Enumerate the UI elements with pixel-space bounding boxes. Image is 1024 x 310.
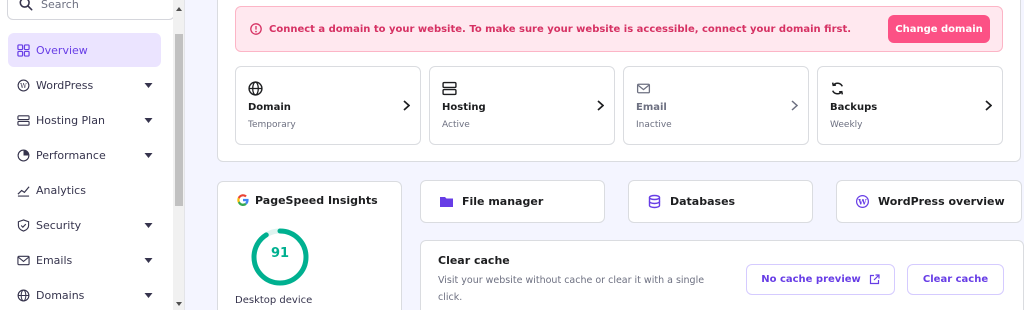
globe-icon [17,289,30,301]
clear-cache-button[interactable]: Clear cache [907,264,1004,295]
card-title: Email [636,102,667,113]
scroll-up-arrow[interactable] [176,7,182,11]
chevron-down-icon [144,292,153,298]
email-card[interactable]: Email Inactive [623,66,809,145]
analytics-icon [17,185,30,197]
cache-description: Visit your website without cache or clea… [438,275,705,303]
sidebar-item-label: WordPress [36,78,94,92]
alert-message: Connect a domain to your website. To mak… [269,23,852,35]
database-icon [648,194,661,209]
domain-alert: Connect a domain to your website. To mak… [235,6,1003,52]
sidebar-item-hosting-plan[interactable]: Hosting Plan [8,103,161,137]
google-icon [237,194,249,206]
sidebar-item-analytics[interactable]: Analytics [8,173,161,207]
server-icon [17,114,30,126]
card-status: Inactive [636,120,672,130]
cache-title: Clear cache [438,254,510,267]
chevron-down-icon [144,257,153,263]
sidebar-item-wordpress[interactable]: W WordPress [8,68,161,102]
quick-link-label: File manager [462,195,544,208]
button-label: No cache preview [761,274,861,285]
scrollbar-thumb[interactable] [175,34,183,206]
databases-button[interactable]: Databases [628,180,813,223]
card-status: Temporary [248,120,296,130]
pagespeed-title: PageSpeed Insights [255,193,378,207]
quick-link-label: WordPress overview [878,195,1005,208]
sidebar-item-performance[interactable]: Performance [8,138,161,172]
wordpress-overview-button[interactable]: W WordPress overview [836,180,1022,223]
pagespeed-header: PageSpeed Insights [236,193,378,207]
search-icon [19,0,33,11]
sidebar-item-label: Analytics [36,183,86,197]
sidebar-item-label: Security [36,218,82,232]
svg-text:W: W [857,197,867,206]
sidebar-item-emails[interactable]: Emails [8,243,161,277]
sidebar-item-overview[interactable]: Overview [8,33,161,67]
sidebar: Overview W WordPress Hosting Plan Perfor… [0,0,185,310]
sidebar-item-label: Emails [36,253,73,267]
no-cache-preview-button[interactable]: No cache preview [746,264,895,295]
sidebar-scrollbar[interactable] [173,0,184,310]
server-icon [442,81,457,96]
alert-icon [250,23,262,35]
overview-icon [17,43,30,57]
sidebar-item-label: Domains [36,288,85,302]
card-status: Active [442,120,470,130]
globe-icon [248,81,263,96]
card-title: Hosting [442,102,486,113]
domain-card[interactable]: Domain Temporary [235,66,421,145]
chevron-down-icon [144,82,153,88]
search-box[interactable] [7,0,175,20]
pagespeed-score: 91 [270,246,290,261]
quick-link-label: Databases [670,195,736,208]
chevron-down-icon [144,117,153,123]
folder-icon [440,197,453,207]
hosting-card[interactable]: Hosting Active [429,66,615,145]
change-domain-button[interactable]: Change domain [888,15,990,43]
external-link-icon [869,274,880,285]
wordpress-icon: W [17,79,30,91]
card-title: Domain [248,102,291,113]
sidebar-item-label: Performance [36,148,106,162]
chevron-down-icon [144,152,153,158]
backup-icon [831,82,844,95]
sidebar-item-label: Overview [36,43,88,57]
chevron-right-icon [403,100,410,111]
shield-icon [17,218,30,232]
pagespeed-device-label: Desktop device [235,295,313,306]
chevron-right-icon [597,100,604,111]
button-label: Clear cache [922,274,989,285]
mail-icon [636,83,651,94]
svg-text:W: W [20,81,27,89]
card-status: Weekly [830,120,863,130]
sidebar-item-security[interactable]: Security [8,208,161,242]
card-title: Backups [830,102,878,113]
chevron-down-icon [144,222,153,228]
scroll-down-arrow[interactable] [176,302,182,306]
chevron-right-icon [791,100,798,111]
chevron-right-icon [985,100,992,111]
sidebar-item-domains[interactable]: Domains [8,278,161,310]
search-input[interactable] [41,0,161,11]
mail-icon [17,255,30,265]
file-manager-button[interactable]: File manager [420,180,605,223]
wordpress-icon: W [856,195,869,208]
backups-card[interactable]: Backups Weekly [817,66,1003,145]
sidebar-item-label: Hosting Plan [36,113,105,127]
performance-icon [17,149,30,161]
